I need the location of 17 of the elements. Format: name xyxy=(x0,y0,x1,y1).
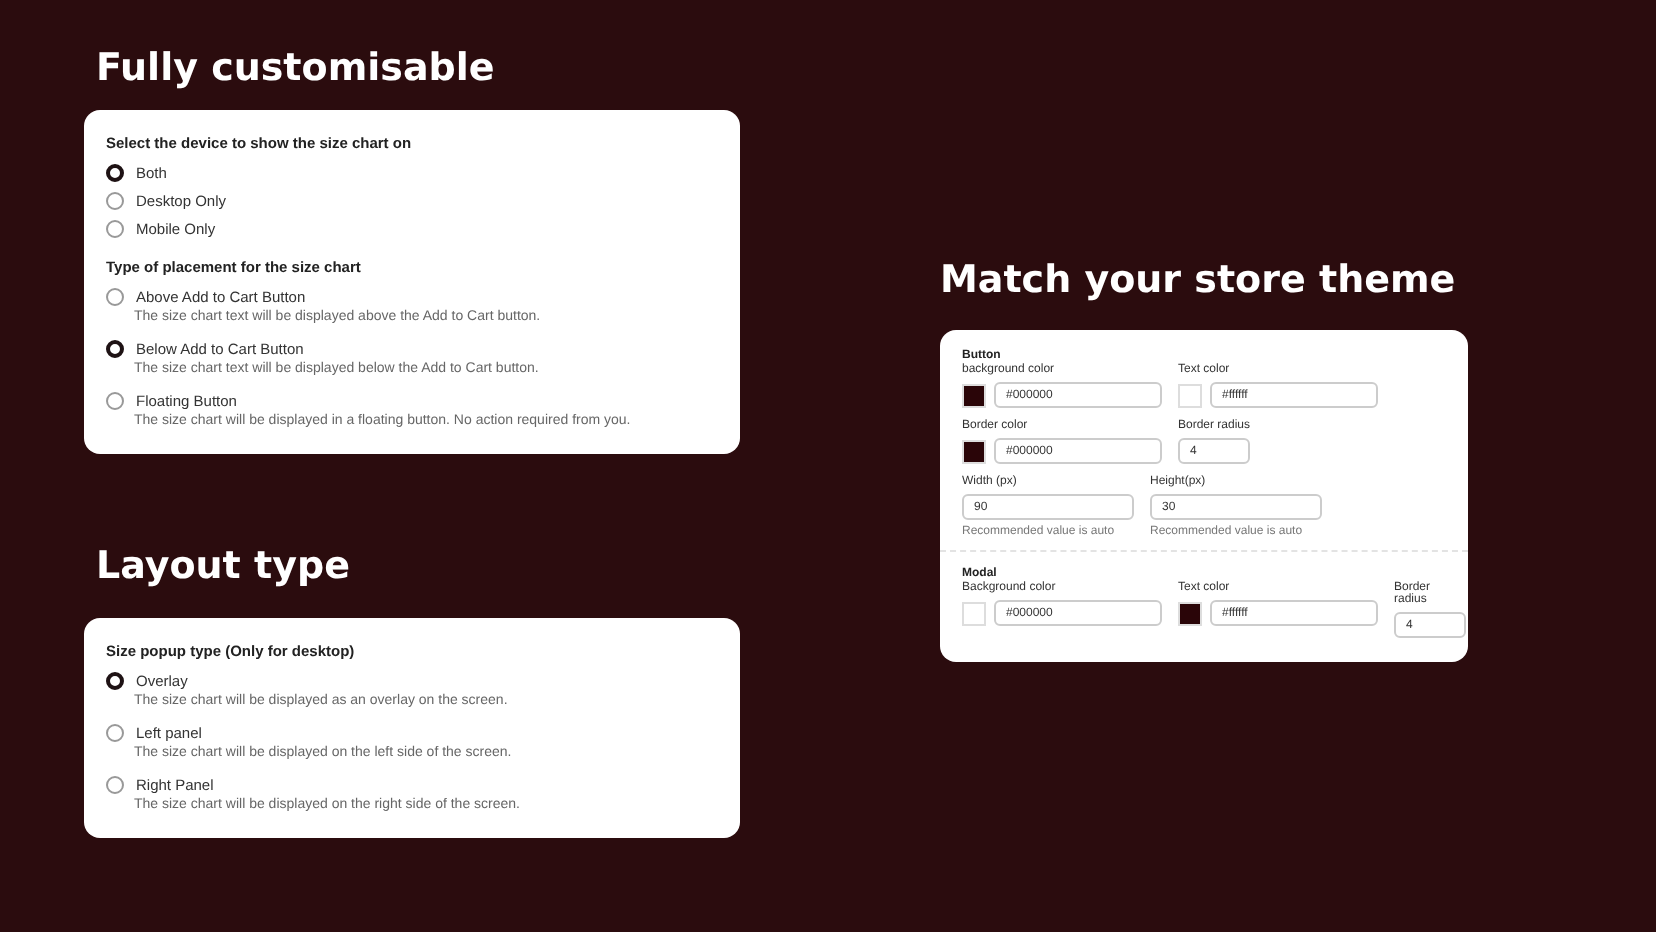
radio-button[interactable] xyxy=(106,391,124,409)
color-swatch[interactable] xyxy=(962,601,986,625)
headline: Layout type xyxy=(96,542,352,590)
radio-button[interactable] xyxy=(106,287,124,305)
color-swatch[interactable] xyxy=(1178,601,1202,625)
radio-button[interactable] xyxy=(106,775,124,793)
radio-button[interactable] xyxy=(106,723,124,741)
color-swatch[interactable] xyxy=(962,439,986,463)
color-swatch[interactable] xyxy=(1178,383,1202,407)
color-swatch[interactable] xyxy=(962,383,986,407)
radio-button[interactable] xyxy=(106,219,124,237)
radio-button[interactable] xyxy=(106,163,124,181)
radio-button[interactable] xyxy=(106,191,124,209)
radio-button[interactable] xyxy=(106,339,124,357)
headline: Match your store theme xyxy=(940,256,1458,304)
radio-button[interactable] xyxy=(106,671,124,689)
headline: Fully customisable xyxy=(96,44,497,92)
